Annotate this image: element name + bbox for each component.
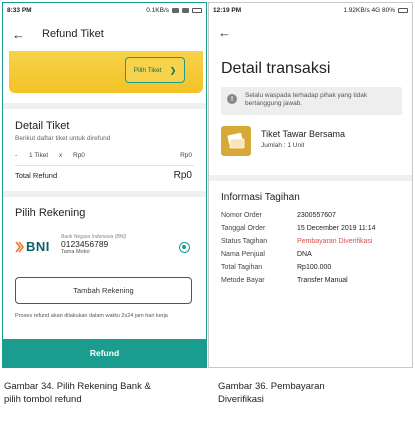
total-refund-value: Rp0 — [173, 170, 192, 181]
total-bill: Rp100.000 — [297, 263, 332, 271]
bank-account-owner: Tama Motor — [61, 249, 91, 256]
bni-logo: BNI — [15, 239, 55, 254]
pilih-tiket-button[interactable]: Pilih Tiket ❯ — [125, 57, 185, 83]
transaction-detail-screen: 12:19 PM 1.92KB/s 4G 80% ← Detail transa… — [208, 2, 413, 368]
ticket-banner: Pilih Tiket ❯ — [9, 51, 203, 93]
bni-logo-text: BNI — [26, 239, 50, 254]
order-date: 15 December 2019 11:14 — [297, 224, 376, 232]
bank-account-option[interactable]: BNI Bank Negara Indonesia (BNI) 01234567… — [15, 234, 192, 262]
battery-icon — [398, 7, 408, 13]
alert-icon: ! — [227, 94, 237, 104]
total-refund-row: Total Refund Rp0 — [15, 170, 192, 181]
ticket-icon — [221, 126, 251, 156]
battery-icon — [192, 7, 202, 13]
pilih-rekening-heading: Pilih Rekening — [15, 207, 86, 219]
divider — [15, 165, 194, 166]
total-refund-label: Total Refund — [15, 171, 58, 180]
warning-banner: ! Selalu waspada terhadap pihak yang tid… — [221, 87, 402, 115]
section-divider — [3, 191, 206, 197]
pilih-tiket-label: Pilih Tiket — [133, 66, 162, 74]
page-title: Refund Tiket — [42, 28, 104, 40]
section-divider — [209, 175, 412, 181]
status-bar: 8:33 PM 0.1KB/s — [3, 3, 206, 17]
ticket-card: Tiket Tawar Bersama Jumlah : 1 Unit — [221, 124, 402, 162]
status-time: 12:19 PM — [213, 6, 242, 14]
invoice-row: Metode Bayar Transfer Manual — [221, 276, 348, 284]
app-header: ← Refund Tiket — [3, 21, 206, 47]
ticket-qty: 1 Tiket — [29, 152, 49, 159]
warning-text: Selalu waspada terhadap pihak yang tidak… — [245, 92, 368, 108]
refund-screen: 8:33 PM 0.1KB/s ← Refund Tiket Pilih Tik… — [2, 2, 207, 368]
order-number: 2300557607 — [297, 211, 336, 219]
ticket-subtotal: Rp0 — [180, 152, 192, 159]
network-speed: 0.1KB/s — [146, 6, 169, 14]
network-status: 1.92KB/s 4G 80% — [343, 6, 395, 14]
page-title: Detail transaksi — [221, 60, 331, 77]
bank-account-number: 0123456789 — [61, 239, 109, 249]
invoice-row: Nama Penjual DNA — [221, 250, 312, 258]
status-time: 8:33 PM — [7, 6, 32, 14]
invoice-row: Nomor Order 2300557607 — [221, 211, 336, 219]
status-bar: 12:19 PM 1.92KB/s 4G 80% — [209, 3, 412, 17]
detail-tiket-heading: Detail Tiket — [15, 120, 70, 132]
ticket-price: Rp0 — [73, 152, 85, 159]
ticket-name: Tiket Tawar Bersama — [261, 129, 346, 139]
refund-button[interactable]: Refund — [3, 339, 206, 367]
bank-radio-selected[interactable] — [179, 242, 190, 253]
chevron-right-icon: ❯ — [169, 65, 177, 75]
invoice-row: Tanggal Order 15 December 2019 11:14 — [221, 224, 376, 232]
tambah-rekening-button[interactable]: Tambah Rekening — [15, 277, 192, 304]
invoice-heading: Informasi Tagihan — [221, 192, 300, 203]
back-arrow-icon[interactable]: ← — [12, 28, 28, 41]
ticket-line-item: - 1 Tiket x Rp0 Rp0 — [15, 152, 192, 159]
caption-left: Gambar 34. Pilih Rekening Bank & pilih t… — [4, 381, 151, 405]
payment-method: Transfer Manual — [297, 276, 348, 284]
ticket-quantity: Jumlah : 1 Unit — [261, 142, 305, 149]
back-arrow-icon[interactable]: ← — [218, 25, 231, 40]
detail-tiket-subtitle: Berikut daftar tiket untuk direfund — [15, 135, 111, 142]
invoice-row: Status Tagihan Pembayaran Diverifikasi — [221, 237, 373, 245]
caption-right: Gambar 36. Pembayaran Diverifikasi — [218, 381, 325, 405]
payment-status: Pembayaran Diverifikasi — [297, 237, 373, 245]
invoice-row: Total Tagihan Rp100.000 — [221, 263, 332, 271]
section-divider — [3, 103, 206, 109]
signal-icon — [172, 7, 179, 13]
seller-name: DNA — [297, 250, 312, 258]
refund-note: Proses refund akan dilakukan dalam waktu… — [15, 313, 168, 319]
wifi-icon — [182, 7, 189, 13]
